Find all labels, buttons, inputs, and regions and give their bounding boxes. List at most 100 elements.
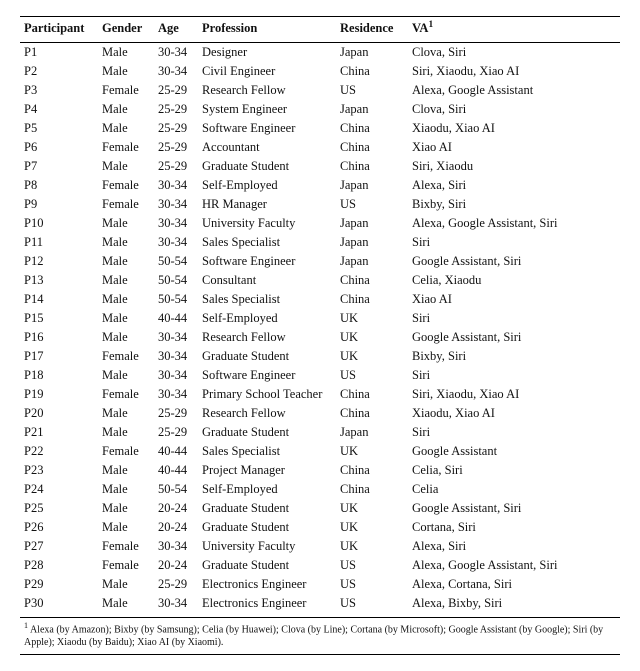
cell-age: 30-34 (154, 214, 198, 233)
cell-profession: Sales Specialist (198, 290, 336, 309)
cell-gender: Female (98, 385, 154, 404)
cell-gender: Male (98, 423, 154, 442)
cell-age: 30-34 (154, 385, 198, 404)
cell-age: 50-54 (154, 271, 198, 290)
table-row: P1Male30-34DesignerJapanClova, Siri (20, 43, 620, 63)
cell-va: Clova, Siri (408, 43, 620, 63)
cell-residence: UK (336, 328, 408, 347)
cell-profession: Electronics Engineer (198, 575, 336, 594)
cell-age: 50-54 (154, 290, 198, 309)
cell-age: 50-54 (154, 480, 198, 499)
cell-profession: Research Fellow (198, 81, 336, 100)
cell-residence: Japan (336, 233, 408, 252)
cell-age: 30-34 (154, 594, 198, 618)
cell-profession: Software Engineer (198, 366, 336, 385)
cell-gender: Female (98, 442, 154, 461)
cell-residence: Japan (336, 214, 408, 233)
cell-age: 30-34 (154, 195, 198, 214)
participants-table: Participant Gender Age Profession Reside… (20, 16, 620, 618)
table-row: P10Male30-34University FacultyJapanAlexa… (20, 214, 620, 233)
cell-profession: HR Manager (198, 195, 336, 214)
cell-va: Clova, Siri (408, 100, 620, 119)
cell-participant: P27 (20, 537, 98, 556)
cell-profession: University Faculty (198, 214, 336, 233)
col-participant: Participant (20, 17, 98, 43)
cell-age: 30-34 (154, 328, 198, 347)
cell-age: 40-44 (154, 442, 198, 461)
table-row: P4Male25-29System EngineerJapanClova, Si… (20, 100, 620, 119)
cell-participant: P9 (20, 195, 98, 214)
cell-va: Xiaodu, Xiao AI (408, 119, 620, 138)
cell-participant: P14 (20, 290, 98, 309)
cell-participant: P12 (20, 252, 98, 271)
col-profession: Profession (198, 17, 336, 43)
cell-va: Celia, Siri (408, 461, 620, 480)
cell-age: 25-29 (154, 157, 198, 176)
cell-age: 25-29 (154, 575, 198, 594)
table-row: P12Male50-54Software EngineerJapanGoogle… (20, 252, 620, 271)
cell-participant: P19 (20, 385, 98, 404)
cell-residence: UK (336, 518, 408, 537)
table-row: P15Male40-44Self-EmployedUKSiri (20, 309, 620, 328)
cell-age: 30-34 (154, 347, 198, 366)
cell-participant: P24 (20, 480, 98, 499)
cell-participant: P20 (20, 404, 98, 423)
cell-profession: Civil Engineer (198, 62, 336, 81)
cell-gender: Female (98, 537, 154, 556)
cell-gender: Female (98, 138, 154, 157)
cell-va: Google Assistant, Siri (408, 252, 620, 271)
cell-residence: Japan (336, 100, 408, 119)
cell-age: 40-44 (154, 309, 198, 328)
cell-gender: Female (98, 195, 154, 214)
cell-age: 25-29 (154, 100, 198, 119)
cell-participant: P10 (20, 214, 98, 233)
cell-profession: Project Manager (198, 461, 336, 480)
cell-residence: China (336, 271, 408, 290)
table-body: P1Male30-34DesignerJapanClova, SiriP2Mal… (20, 43, 620, 618)
cell-gender: Male (98, 233, 154, 252)
table-row: P22Female40-44Sales SpecialistUKGoogle A… (20, 442, 620, 461)
cell-va: Xiao AI (408, 138, 620, 157)
cell-residence: Japan (336, 43, 408, 63)
cell-participant: P15 (20, 309, 98, 328)
cell-profession: Consultant (198, 271, 336, 290)
cell-va: Siri, Xiaodu, Xiao AI (408, 385, 620, 404)
cell-va: Siri, Xiaodu (408, 157, 620, 176)
table-row: P29Male25-29Electronics EngineerUSAlexa,… (20, 575, 620, 594)
cell-va: Alexa, Google Assistant (408, 81, 620, 100)
cell-residence: UK (336, 442, 408, 461)
cell-gender: Male (98, 252, 154, 271)
cell-participant: P6 (20, 138, 98, 157)
cell-participant: P18 (20, 366, 98, 385)
cell-participant: P5 (20, 119, 98, 138)
cell-participant: P25 (20, 499, 98, 518)
table-row: P16Male30-34Research FellowUKGoogle Assi… (20, 328, 620, 347)
cell-va: Alexa, Google Assistant, Siri (408, 214, 620, 233)
col-va: VA1 (408, 17, 620, 43)
cell-age: 25-29 (154, 404, 198, 423)
cell-age: 20-24 (154, 499, 198, 518)
cell-age: 50-54 (154, 252, 198, 271)
table-row: P27Female30-34University FacultyUKAlexa,… (20, 537, 620, 556)
table-row: P23Male40-44Project ManagerChinaCelia, S… (20, 461, 620, 480)
cell-participant: P17 (20, 347, 98, 366)
table-row: P3Female25-29Research FellowUSAlexa, Goo… (20, 81, 620, 100)
cell-age: 30-34 (154, 176, 198, 195)
cell-gender: Male (98, 119, 154, 138)
table-row: P25Male20-24Graduate StudentUKGoogle Ass… (20, 499, 620, 518)
cell-age: 30-34 (154, 537, 198, 556)
cell-gender: Male (98, 575, 154, 594)
table-row: P11Male30-34Sales SpecialistJapanSiri (20, 233, 620, 252)
cell-residence: US (336, 556, 408, 575)
cell-participant: P30 (20, 594, 98, 618)
table-row: P30Male30-34Electronics EngineerUSAlexa,… (20, 594, 620, 618)
cell-residence: Japan (336, 176, 408, 195)
col-va-label: VA (412, 21, 428, 35)
cell-participant: P2 (20, 62, 98, 81)
cell-participant: P28 (20, 556, 98, 575)
table-row: P18Male30-34Software EngineerUSSiri (20, 366, 620, 385)
cell-age: 40-44 (154, 461, 198, 480)
table-row: P28Female20-24Graduate StudentUSAlexa, G… (20, 556, 620, 575)
table-row: P9Female30-34HR ManagerUSBixby, Siri (20, 195, 620, 214)
cell-gender: Male (98, 43, 154, 63)
